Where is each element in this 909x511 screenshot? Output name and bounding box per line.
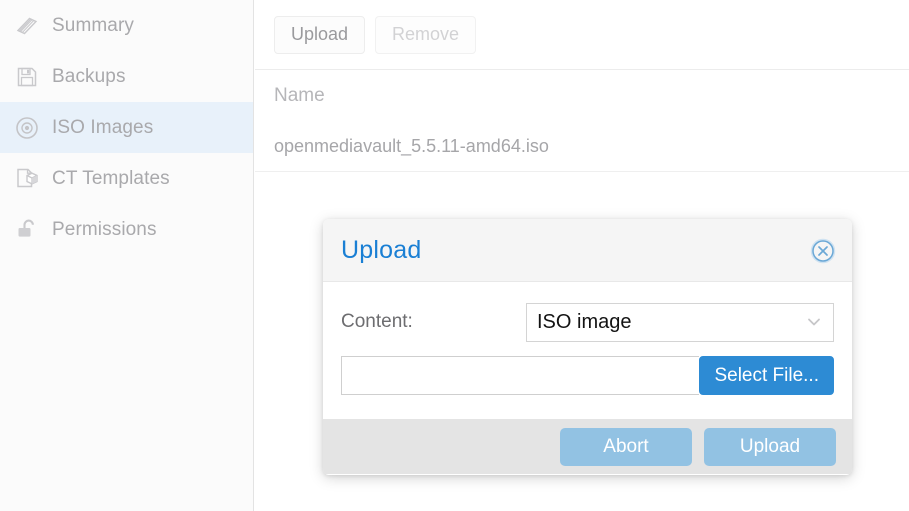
grid-column-header[interactable]: Name xyxy=(255,70,909,122)
dialog-body: Content: ISO image Select File... xyxy=(323,282,852,419)
dialog-title: Upload xyxy=(341,235,422,264)
toolbar-upload-button[interactable]: Upload xyxy=(274,15,366,54)
cell-name: openmediavault_5.5.11-amd64.iso xyxy=(274,136,549,156)
sidebar-item-label: ISO Images xyxy=(52,116,154,138)
content-field-row: Content: ISO image xyxy=(341,300,834,344)
sidebar-item-backups[interactable]: Backups xyxy=(0,51,253,102)
unlock-icon xyxy=(12,215,42,245)
table-row[interactable]: openmediavault_5.5.11-amd64.iso xyxy=(255,122,909,172)
template-box-icon xyxy=(12,164,42,194)
sidebar-item-label: Backups xyxy=(52,65,126,87)
dialog-upload-button[interactable]: Upload xyxy=(704,427,836,466)
content-select-value: ISO image xyxy=(537,310,632,333)
disc-icon xyxy=(12,113,42,143)
file-path-input[interactable] xyxy=(341,356,700,395)
sidebar-item-label: CT Templates xyxy=(52,167,170,189)
sidebar-item-summary[interactable]: Summary xyxy=(0,0,253,51)
dialog-header: Upload xyxy=(323,219,852,282)
sidebar-item-iso-images[interactable]: ISO Images xyxy=(0,102,253,153)
column-header-name: Name xyxy=(274,85,325,106)
content-toolbar: Upload Remove xyxy=(255,0,909,70)
file-field-row: Select File... xyxy=(341,356,834,395)
floppy-disk-icon xyxy=(12,62,42,92)
sidebar-item-permissions[interactable]: Permissions xyxy=(0,204,253,255)
abort-button[interactable]: Abort xyxy=(560,427,692,466)
sidebar: Summary Backups ISO Images CT Templates … xyxy=(0,0,254,511)
upload-dialog: Upload Content: ISO image Select File...… xyxy=(323,219,852,475)
app-window: Summary Backups ISO Images CT Templates … xyxy=(0,0,909,511)
sidebar-item-label: Summary xyxy=(52,14,134,36)
content-label: Content: xyxy=(341,311,413,332)
sidebar-item-ct-templates[interactable]: CT Templates xyxy=(0,153,253,204)
close-circle-icon[interactable] xyxy=(809,237,837,265)
content-select[interactable]: ISO image xyxy=(526,302,834,342)
book-icon xyxy=(12,11,42,41)
select-file-button[interactable]: Select File... xyxy=(699,356,834,395)
toolbar-remove-button: Remove xyxy=(375,15,477,54)
chevron-down-icon[interactable] xyxy=(805,313,823,331)
sidebar-item-label: Permissions xyxy=(52,218,157,240)
dialog-footer: Abort Upload xyxy=(323,419,852,474)
